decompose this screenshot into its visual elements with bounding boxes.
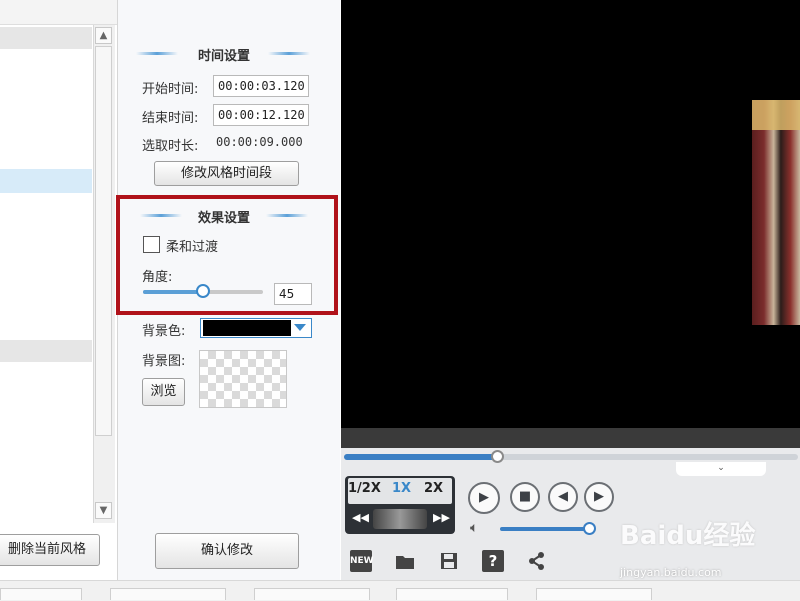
play-icon[interactable]: ▶ [468,482,500,514]
share-icon[interactable] [526,550,548,572]
section-divider [268,52,310,55]
bg-image-preview [199,350,287,408]
stop-icon[interactable]: ■ [510,482,540,512]
start-time-label: 开始时间: [142,82,199,97]
video-frame-image [752,100,800,325]
status-tab[interactable] [396,588,508,600]
end-time-label: 结束时间: [142,111,199,126]
chevron-down-icon[interactable] [294,324,306,331]
expand-chevron-icon[interactable]: ⌄ [676,462,766,476]
new-icon[interactable]: NEW [350,550,374,572]
volume-slider[interactable] [500,527,594,531]
list-item-selected[interactable] [0,169,92,193]
frame-scrubber-thumb[interactable] [373,509,427,529]
baidu-watermark-url: jingyan.baidu.com [620,566,722,579]
video-preview[interactable] [341,0,800,428]
help-icon[interactable]: ? [482,550,504,572]
style-list-header [0,0,117,25]
speed-half-button[interactable]: 1/2X [348,481,381,496]
video-frame-highlight [752,100,800,130]
next-frame-icon[interactable]: ▶ [584,482,614,512]
save-icon[interactable] [438,550,460,572]
duration-label: 选取时长: [142,139,199,154]
scroll-up-arrow-icon[interactable]: ▲ [95,27,112,44]
rewind-icon[interactable]: ◀◀ [352,511,369,524]
bg-image-label: 背景图: [142,354,186,369]
bg-color-swatch [203,320,291,336]
list-item[interactable] [0,27,92,49]
speed-1x-button[interactable]: 1X [392,481,411,496]
duration-value: 00:00:09.000 [216,135,303,149]
bg-color-label: 背景色: [142,324,186,339]
status-tab[interactable] [254,588,370,600]
open-folder-icon[interactable] [394,550,416,572]
status-tab[interactable] [110,588,226,600]
progress-fill [344,454,499,460]
prev-frame-icon[interactable]: ◀ [548,482,578,512]
baidu-watermark-logo: Baidu经验 [620,521,756,551]
section-divider [136,52,178,55]
speed-2x-button[interactable]: 2X [424,481,443,496]
start-time-field[interactable]: 00:00:03.120 [213,75,309,97]
list-item[interactable] [0,340,92,362]
status-tab[interactable] [0,588,82,600]
end-time-field[interactable]: 00:00:12.120 [213,104,309,126]
scroll-down-arrow-icon[interactable]: ▼ [95,502,112,519]
volume-icon[interactable]: 🔈︎ [470,520,478,536]
fast-forward-icon[interactable]: ▶▶ [433,511,450,524]
player-divider [341,428,800,448]
confirm-modify-button[interactable]: 确认修改 [155,533,299,569]
scrollbar-thumb[interactable] [95,46,112,436]
effect-settings-highlight-box [116,195,338,315]
status-tab[interactable] [536,588,652,600]
time-settings-title: 时间设置 [197,49,250,64]
delete-current-style-button[interactable]: 删除当前风格 [0,534,100,566]
modify-style-time-button[interactable]: 修改风格时间段 [154,161,299,186]
browse-button[interactable]: 浏览 [142,378,185,406]
